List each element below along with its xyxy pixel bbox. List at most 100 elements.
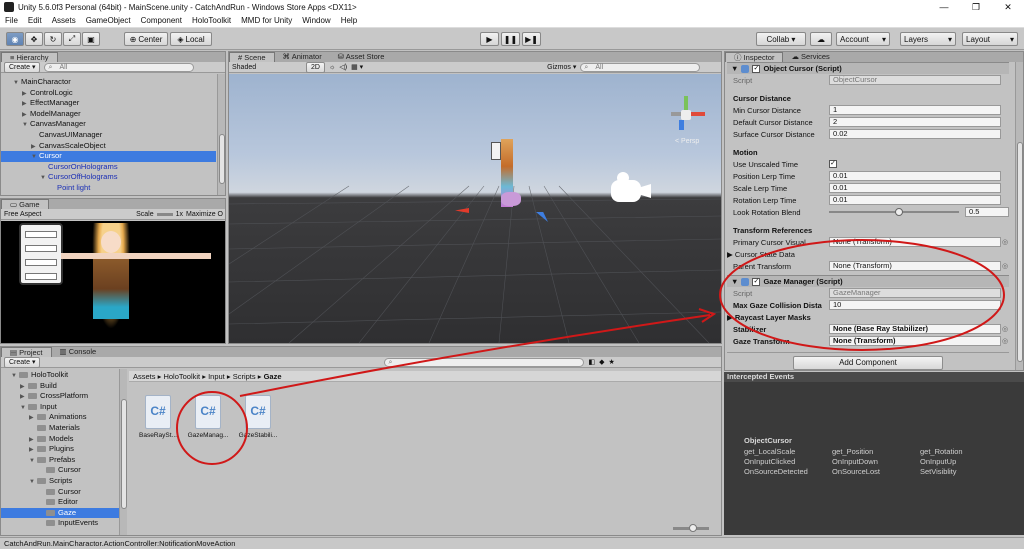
component-header[interactable]: ▼ ✓ Gaze Manager (Script): [727, 275, 1009, 287]
project-folder-item[interactable]: ▼ Prefabs: [1, 455, 119, 466]
project-folder-item[interactable]: Cursor: [1, 465, 119, 476]
2d-toggle[interactable]: 2D: [306, 61, 325, 73]
object-picker-icon[interactable]: ◎: [1001, 337, 1009, 345]
float-field[interactable]: 0.02: [829, 129, 1001, 139]
max-gaze-distance-input[interactable]: 10: [829, 300, 1001, 310]
object-picker-icon[interactable]: ◎: [1001, 325, 1009, 333]
scrollbar-thumb[interactable]: [1017, 142, 1023, 362]
file-baseraystabilizer[interactable]: C# BaseRaySt...: [137, 395, 179, 439]
step-button[interactable]: ▶❚: [522, 32, 541, 46]
float-field[interactable]: 1: [829, 105, 1001, 115]
pivot-local-button[interactable]: ◈ Local: [170, 32, 212, 46]
foldout-arrow-icon[interactable]: ▼: [13, 78, 21, 89]
camera-icon[interactable]: [611, 172, 651, 206]
hierarchy-scrollbar[interactable]: [217, 74, 225, 195]
hierarchy-item[interactable]: ▼ CursorOffHolograms: [1, 172, 216, 183]
lighting-toggle-icon[interactable]: ☼: [329, 64, 335, 71]
game-ui-button[interactable]: [25, 273, 57, 280]
menu-window[interactable]: Window: [297, 16, 335, 25]
object-field[interactable]: None (Transform): [829, 237, 1001, 247]
play-button[interactable]: ▶: [480, 32, 499, 46]
object-picker-icon[interactable]: ◎: [1001, 262, 1009, 270]
tab-asset-store[interactable]: ⛁ Asset Store: [330, 52, 393, 62]
hierarchy-item[interactable]: ▼ CanvasManager: [1, 119, 216, 130]
foldout-label[interactable]: ▶ Raycast Layer Masks: [727, 313, 829, 322]
breadcrumb-scripts[interactable]: Scripts: [233, 372, 256, 381]
pause-button[interactable]: ❚❚: [501, 32, 520, 46]
hierarchy-create-button[interactable]: Create ▾: [4, 61, 41, 73]
rect-tool-button[interactable]: ▣: [82, 32, 100, 46]
breadcrumb-gaze[interactable]: Gaze: [264, 372, 282, 381]
look-rotation-slider[interactable]: [829, 207, 965, 217]
layers-dropdown[interactable]: Layers ▾: [900, 32, 956, 46]
component-header[interactable]: ▼ ✓ Object Cursor (Script): [727, 62, 1009, 74]
object-field[interactable]: None (Transform): [829, 261, 1001, 271]
float-field[interactable]: 2: [829, 117, 1001, 127]
scene-view[interactable]: < Persp: [229, 74, 721, 343]
breadcrumb-assets[interactable]: Assets: [133, 372, 156, 381]
inspector-scrollbar[interactable]: [1015, 62, 1023, 370]
add-component-button[interactable]: Add Component: [793, 356, 943, 370]
tab-services[interactable]: ☁ Services: [783, 52, 837, 62]
project-folder-item[interactable]: Editor: [1, 497, 119, 508]
enabled-checkbox[interactable]: ✓: [752, 64, 761, 73]
layout-dropdown[interactable]: Layout ▾: [962, 32, 1018, 46]
game-view[interactable]: [1, 221, 225, 343]
close-button[interactable]: ✕: [992, 0, 1024, 14]
hierarchy-item[interactable]: Point light: [1, 183, 216, 194]
tab-inspector[interactable]: ⓘ Inspector: [725, 52, 784, 62]
tab-hierarchy[interactable]: ≡ Hierarchy: [1, 52, 58, 62]
menu-edit[interactable]: Edit: [23, 16, 47, 25]
game-ui-button[interactable]: [25, 245, 57, 252]
foldout-label[interactable]: ▶ Cursor State Data: [727, 250, 829, 259]
float-field[interactable]: 0.01: [829, 195, 1001, 205]
scrollbar-thumb[interactable]: [219, 134, 225, 184]
account-dropdown[interactable]: Account ▾: [836, 32, 890, 46]
foldout-arrow-icon[interactable]: ▼: [22, 120, 30, 131]
project-folder-item[interactable]: ▶ CrossPlatform: [1, 391, 119, 402]
foldout-arrow-icon[interactable]: ▼: [29, 456, 37, 467]
hierarchy-item[interactable]: ▶ EffectManager: [1, 98, 216, 109]
project-create-button[interactable]: Create ▾: [4, 356, 41, 368]
project-folder-item[interactable]: ▶ Models: [1, 434, 119, 445]
hierarchy-item[interactable]: CursorOnHolograms: [1, 162, 216, 173]
favorites-icon[interactable]: ★: [608, 358, 614, 366]
foldout-arrow-icon[interactable]: ▼: [31, 152, 39, 163]
shading-mode-dropdown[interactable]: Shaded: [232, 64, 302, 71]
project-folder-item[interactable]: InputEvents: [1, 518, 119, 529]
project-folder-item[interactable]: ▶ Plugins: [1, 444, 119, 455]
tab-scene[interactable]: # Scene: [229, 52, 275, 62]
game-ui-button[interactable]: [25, 259, 57, 266]
project-tree-scrollbar[interactable]: [119, 369, 127, 535]
hierarchy-item[interactable]: ▼ MainCharactor: [1, 77, 216, 88]
hierarchy-search-input[interactable]: ⌕ All: [44, 62, 195, 72]
maximize-on-play-toggle[interactable]: Maximize O: [186, 211, 223, 218]
cursor-gizmo[interactable]: [501, 192, 521, 206]
hierarchy-item[interactable]: ▼ Cursor: [1, 151, 216, 162]
rotate-tool-button[interactable]: ↻: [44, 32, 62, 46]
menu-gameobject[interactable]: GameObject: [81, 16, 136, 25]
tab-game[interactable]: ▭ Game: [1, 199, 49, 209]
move-tool-button[interactable]: ✥: [25, 32, 43, 46]
script-reference[interactable]: GazeManager: [829, 288, 1001, 298]
breadcrumb-input[interactable]: Input: [208, 372, 225, 381]
foldout-arrow-icon[interactable]: ▼: [29, 477, 37, 488]
cloud-button[interactable]: ☁: [810, 32, 832, 46]
gizmos-dropdown[interactable]: Gizmos ▾: [547, 63, 576, 71]
breadcrumb-holotoolkit[interactable]: HoloToolkit: [163, 372, 200, 381]
float-field[interactable]: 0.01: [829, 183, 1001, 193]
object-field[interactable]: None (Transform): [829, 336, 1001, 346]
foldout-arrow-icon[interactable]: ▼: [40, 173, 48, 184]
menu-file[interactable]: File: [0, 16, 23, 25]
project-folder-item[interactable]: Gaze: [1, 507, 119, 519]
unscaled-time-checkbox[interactable]: ✓: [829, 160, 837, 168]
script-reference[interactable]: ObjectCursor: [829, 75, 1001, 85]
scene-orientation-gizmo[interactable]: [667, 96, 707, 136]
pivot-center-button[interactable]: ⊕ Center: [124, 32, 168, 46]
foldout-arrow-icon[interactable]: ▼: [11, 371, 19, 382]
menu-help[interactable]: Help: [336, 16, 362, 25]
slider-thumb[interactable]: [895, 208, 903, 216]
menu-assets[interactable]: Assets: [47, 16, 81, 25]
hierarchy-item[interactable]: ▶ ControlLogic: [1, 88, 216, 99]
project-search-input[interactable]: ⌕: [384, 357, 585, 367]
